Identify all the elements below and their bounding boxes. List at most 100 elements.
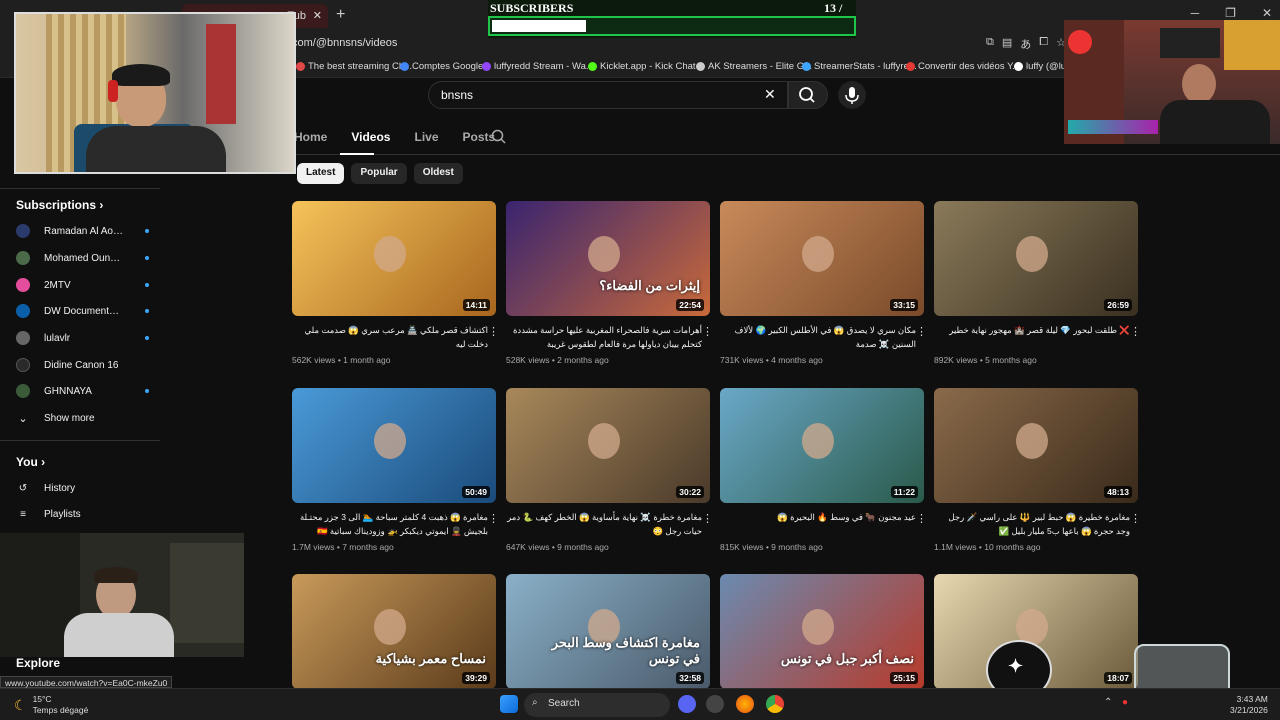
bookmark-item[interactable]: luffy (@luf — [1014, 61, 1069, 72]
sidebar-item-subscription[interactable]: 2MTV — [16, 275, 149, 295]
more-options-icon[interactable]: ⋮ — [488, 325, 499, 338]
thumbnail-figure — [801, 608, 834, 645]
more-options-icon[interactable]: ⋮ — [1130, 325, 1141, 338]
video-thumbnail[interactable]: نصف أكبر جبل في تونس 25:15 — [720, 574, 924, 689]
system-clock[interactable]: 3:43 AM 3/21/2026 — [1230, 694, 1268, 716]
subscribers-progress-fill — [492, 20, 586, 32]
bookmark-item[interactable]: AK Streamers - Elite G... — [696, 61, 812, 72]
windows-start-icon[interactable] — [500, 695, 518, 713]
video-title[interactable]: عيد مجنون 🐂 في وسط 🔥 البحيرة 😱 — [720, 510, 916, 538]
temperature: 15°C — [32, 694, 52, 704]
chrome-icon[interactable] — [766, 695, 784, 713]
channel-search-icon[interactable] — [491, 129, 507, 145]
sidebar-item-subscription[interactable]: GHNNAYA — [16, 381, 149, 401]
show-more-button[interactable]: ⌄ Show more — [16, 408, 146, 428]
sidebar-item-subscription[interactable]: Ramadan Al Aou... — [16, 221, 149, 241]
firefox-icon[interactable] — [736, 695, 754, 713]
translate-icon[interactable]: あ — [1020, 36, 1031, 52]
video-title[interactable]: مغامرة خطرة ☠️ نهاية مأساوية 😱 الخطر كهف… — [506, 510, 702, 538]
new-content-dot — [145, 229, 149, 233]
address-bar[interactable]: com/@bnnsns/videos — [292, 37, 397, 49]
tiktok-icon — [1014, 62, 1023, 71]
sidebar-item-playlists[interactable]: ≡ Playlists — [16, 504, 146, 524]
sidebar-item-subscription[interactable]: lulavlr — [16, 328, 149, 348]
close-window-icon[interactable]: ✕ — [1262, 6, 1272, 20]
maximize-icon[interactable]: ❐ — [1225, 6, 1236, 20]
video-title[interactable]: مغامرة خطيرة 😱 حبط لبير 🔱 على راسي 🗡️ رج… — [934, 510, 1130, 538]
video-thumbnail[interactable]: نمساح معمر بشياكية 39:29 — [292, 574, 496, 689]
chip-latest[interactable]: Latest — [297, 163, 345, 184]
minimize-icon[interactable]: ─ — [1191, 6, 1200, 20]
video-duration: 32:58 — [676, 672, 704, 684]
sidebar-item-subscription[interactable]: Mohamed Ounejj... — [16, 248, 149, 268]
channel-avatar — [16, 251, 30, 265]
video-thumbnail[interactable]: 30:22 — [506, 388, 710, 503]
link-preview: www.youtube.com/watch?v=Ea0C-mkeZu0 — [0, 676, 173, 688]
video-title[interactable]: أهرامات سرية فالصحراء المغربية عليها حرا… — [506, 323, 702, 351]
weather-widget[interactable]: ☾ 15°C Temps dégagé — [14, 694, 88, 716]
reader-icon[interactable]: ▤ — [1002, 36, 1012, 52]
webcam-overlay-right — [1064, 20, 1280, 144]
new-tab-icon[interactable]: + — [336, 6, 345, 24]
bookmark-item[interactable]: Kicklet.app - Kick Chat... — [588, 61, 703, 72]
video-thumbnail[interactable]: 14:11 — [292, 201, 496, 316]
microphone-tray-icon[interactable]: ● — [1122, 697, 1128, 708]
more-options-icon[interactable]: ⋮ — [916, 512, 927, 525]
bookmark-item[interactable]: Convertir des vidéos Y... — [906, 61, 1020, 72]
screenshot-icon[interactable]: ⧉ — [986, 36, 994, 52]
more-options-icon[interactable]: ⋮ — [488, 512, 499, 525]
sidebar-item-history[interactable]: ↺ History — [16, 478, 146, 498]
sidebar-item-subscription[interactable]: Didine Canon 16 — [16, 355, 146, 375]
tray-chevron-icon[interactable]: ⌃ — [1104, 697, 1112, 708]
new-content-dot — [145, 283, 149, 287]
app-icon[interactable] — [706, 695, 724, 713]
chip-oldest[interactable]: Oldest — [413, 163, 463, 184]
twitch-icon — [482, 62, 491, 71]
video-thumbnail[interactable]: 11:22 — [720, 388, 924, 503]
upload-age: 1 month ago — [343, 355, 391, 365]
search-input[interactable]: bnsns — [428, 81, 788, 109]
taskbar-search[interactable]: ⌕ Search — [524, 693, 670, 717]
video-duration: 30:22 — [676, 486, 704, 498]
video-title[interactable]: مكان سري لا يصدق 😱 في الأطلس الكبير 🌍 لأ… — [720, 323, 916, 351]
video-title[interactable]: اكتشاف قصر ملكي 🏯 مرعب سري 😱 صدمت ملي دخ… — [292, 323, 488, 351]
thumbnail-figure — [373, 422, 406, 459]
new-content-dot — [145, 309, 149, 313]
clear-search-icon[interactable]: ✕ — [764, 86, 776, 103]
bookmark-item[interactable]: StreamerStats - luffyre... — [802, 61, 917, 72]
extensions-icon[interactable]: ⧠ — [1039, 36, 1048, 52]
video-title[interactable]: مغامرة 😱 ذهبت 4 كلمتر سباحة 🏊 الى 3 جزر … — [292, 510, 488, 538]
tab-close-icon[interactable]: ✕ — [313, 9, 322, 22]
video-thumbnail[interactable]: 48:13 — [934, 388, 1138, 503]
more-options-icon[interactable]: ⋮ — [916, 325, 927, 338]
video-thumbnail[interactable]: 26:59 — [934, 201, 1138, 316]
more-options-icon[interactable]: ⋮ — [702, 325, 713, 338]
search-button[interactable] — [788, 81, 828, 109]
chip-popular[interactable]: Popular — [351, 163, 407, 184]
convert-icon — [906, 62, 915, 71]
folder-icon — [696, 62, 705, 71]
discord-icon[interactable] — [678, 695, 696, 713]
video-meta: 647K views • 9 months ago — [506, 542, 609, 552]
subscriptions-heading[interactable]: Subscriptions › — [16, 198, 103, 212]
bookmark-item[interactable]: The best streaming Ch... — [296, 61, 412, 72]
video-thumbnail[interactable]: 50:49 — [292, 388, 496, 503]
more-options-icon[interactable]: ⋮ — [1130, 512, 1141, 525]
voice-search-button[interactable] — [838, 81, 866, 109]
sidebar-item-subscription[interactable]: DW Documentar... — [16, 301, 149, 321]
channel-avatar — [16, 331, 30, 345]
view-count: 647K views — [506, 542, 550, 552]
tab-home[interactable]: Home — [294, 130, 327, 144]
tab-videos[interactable]: Videos — [351, 130, 390, 144]
thumbnail-text: مغامرة اكتشاف وسط البحر في تونس — [551, 635, 700, 666]
bookmark-item[interactable]: luffyredd Stream - Wa... — [482, 61, 594, 72]
you-heading[interactable]: You › — [16, 455, 45, 469]
bookmark-item[interactable]: Comptes Google — [400, 61, 483, 72]
video-thumbnail[interactable]: مغامرة اكتشاف وسط البحر في تونس 32:58 — [506, 574, 710, 689]
video-thumbnail[interactable]: 33:15 — [720, 201, 924, 316]
more-options-icon[interactable]: ⋮ — [702, 512, 713, 525]
tab-live[interactable]: Live — [414, 130, 438, 144]
video-title[interactable]: ❌ طلقت لبحور 💎 ليلة قصر 🏰 مهجور نهاية خط… — [934, 323, 1130, 351]
subscribers-progress-bar — [488, 16, 856, 36]
video-thumbnail[interactable]: إيثرات من الفضاء؟ 22:54 — [506, 201, 710, 316]
